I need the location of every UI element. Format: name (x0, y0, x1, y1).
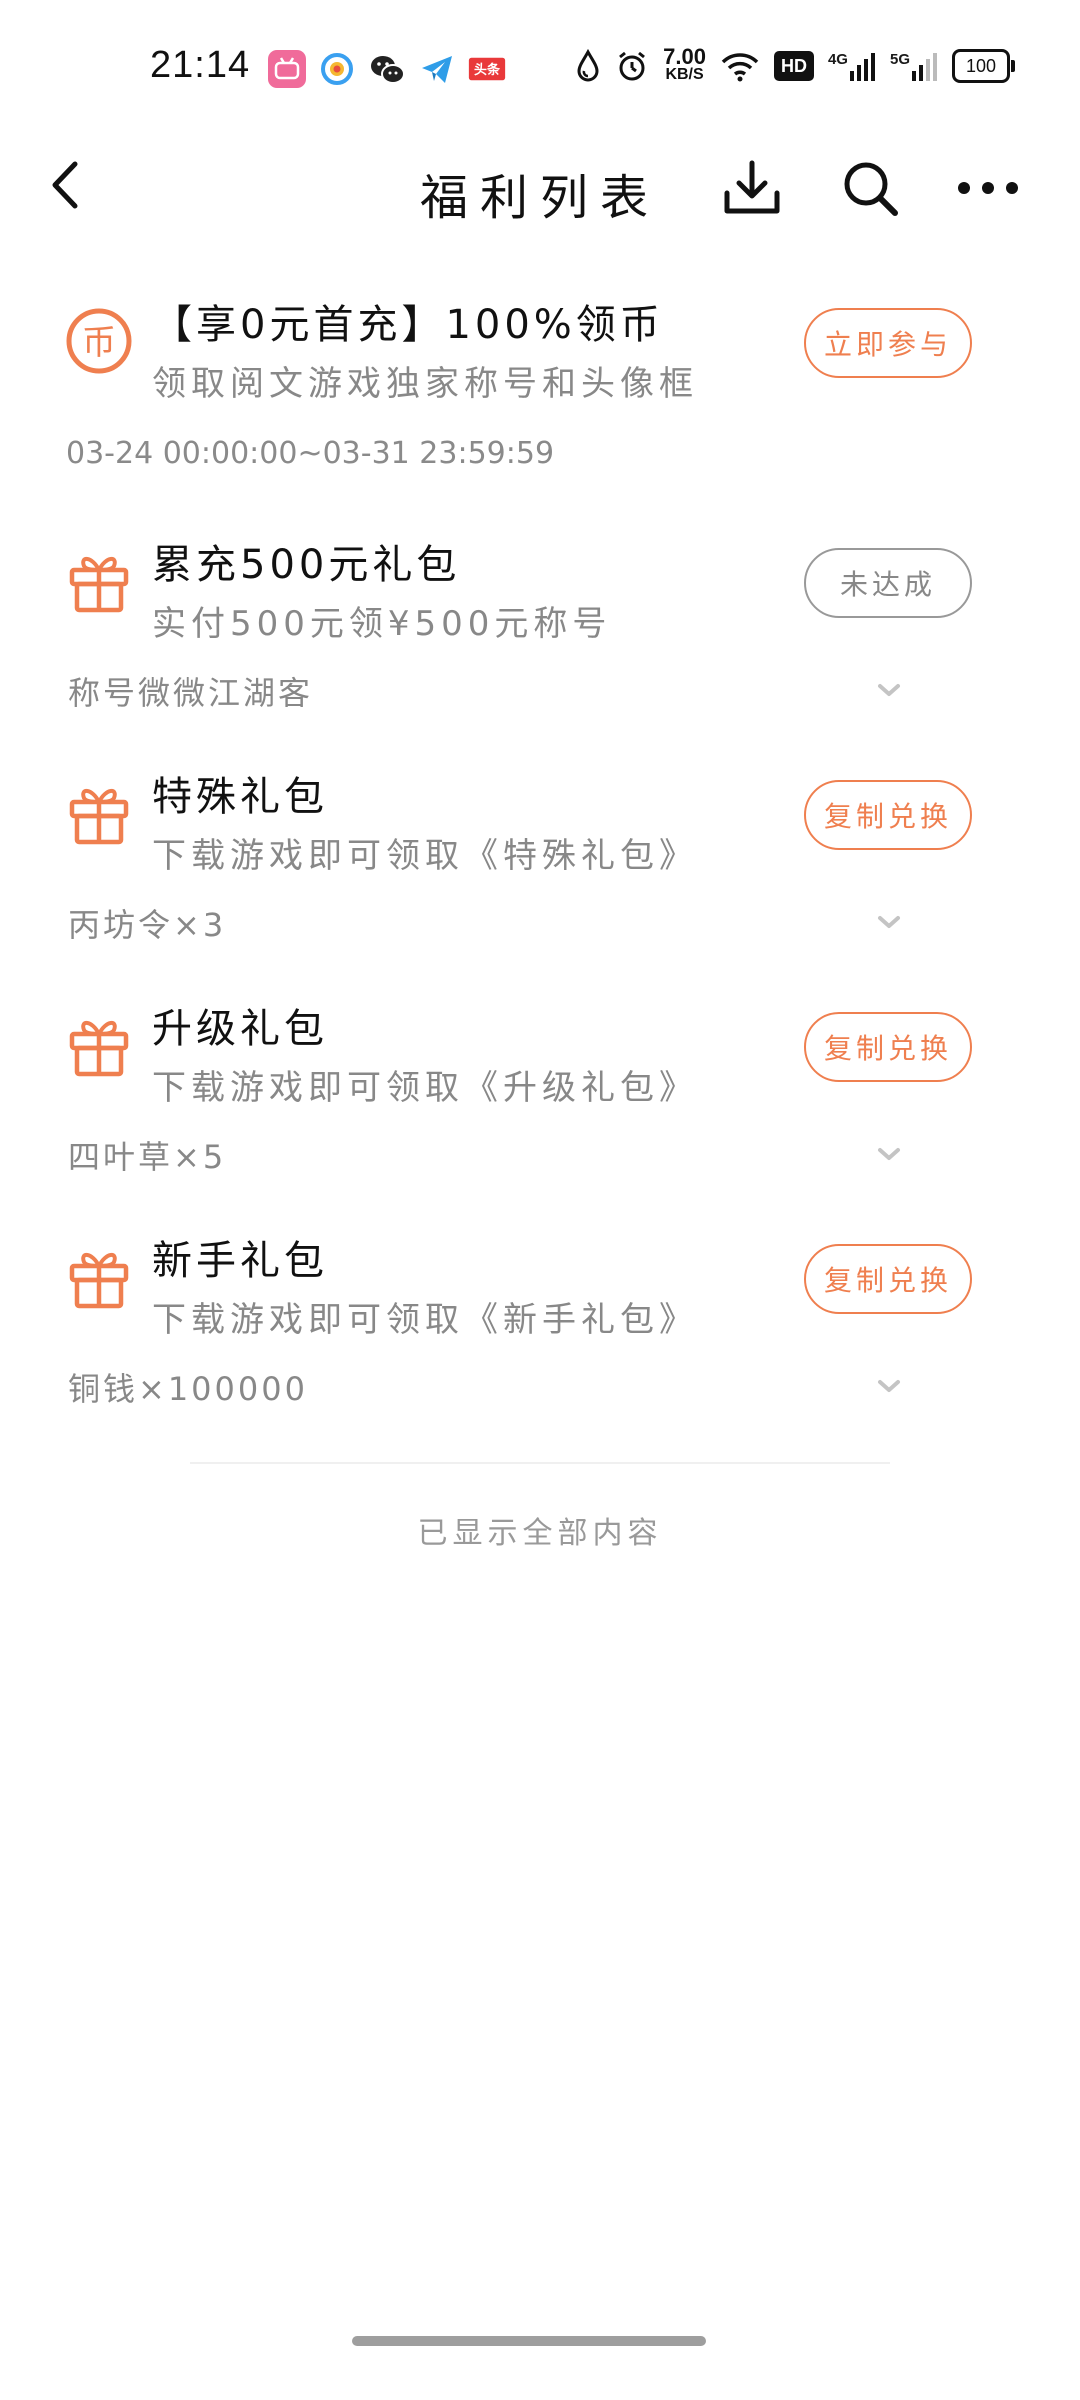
item-title: 累充500元礼包 (152, 542, 461, 588)
copy-redeem-button[interactable]: 复制兑换 (804, 1012, 972, 1082)
telegram-icon (418, 50, 456, 88)
page-title: 福利列表 (419, 170, 660, 226)
not-reached-button[interactable]: 未达成 (804, 548, 972, 618)
download-icon (724, 160, 780, 214)
signal-4g-label: 4G (827, 51, 848, 68)
water-drop-icon (575, 49, 601, 83)
status-bar: 21:14 头条 7.00 KB/S HD 4G 5G 100 (0, 0, 1080, 140)
list-item: 累充500元礼包 实付500元领¥500元称号 称号微微江湖客 未达成 (0, 520, 1080, 752)
chevron-down-icon[interactable] (872, 912, 906, 934)
list-end-divider (190, 1462, 890, 1464)
svg-text:币: 币 (82, 323, 116, 363)
more-button[interactable] (948, 148, 1028, 228)
item-reward: 丙坊令×3 (68, 906, 227, 944)
item-desc: 下载游戏即可领取《升级礼包》 (152, 1068, 698, 1108)
signal-4g-icon: 4G (828, 51, 876, 81)
item-title: 【享0元首充】100%领币 (152, 302, 664, 348)
net-speed-unit: KB/S (665, 66, 704, 83)
net-speed: 7.00 KB/S (663, 44, 706, 84)
copy-redeem-button[interactable]: 复制兑换 (804, 780, 972, 850)
status-time: 21:14 (150, 44, 251, 86)
list-item: 新手礼包 下载游戏即可领取《新手礼包》 铜钱×100000 复制兑换 (0, 1216, 1080, 1448)
item-reward: 称号微微江湖客 (68, 674, 314, 712)
item-reward: 四叶草×5 (68, 1138, 227, 1176)
qq-browser-icon (318, 50, 356, 88)
participate-button[interactable]: 立即参与 (804, 308, 972, 378)
item-reward: 铜钱×100000 (68, 1370, 308, 1408)
bilibili-icon (268, 50, 306, 88)
gift-icon (64, 1242, 134, 1312)
gift-icon (64, 546, 134, 616)
welfare-list: 币 【享0元首充】100%领币 领取阅文游戏独家称号和头像框 03-24 00:… (0, 280, 1080, 1448)
item-title: 新手礼包 (152, 1238, 328, 1284)
item-title: 特殊礼包 (152, 774, 328, 820)
item-title: 升级礼包 (152, 1006, 328, 1052)
alarm-icon (615, 49, 649, 83)
notification-icons: 头条 (268, 50, 512, 88)
wifi-icon (720, 50, 760, 82)
more-dots-icon (958, 182, 1018, 194)
wechat-icon (368, 50, 406, 88)
home-indicator[interactable] (352, 2336, 706, 2346)
gift-icon (64, 778, 134, 848)
item-desc: 领取阅文游戏独家称号和头像框 (152, 364, 698, 404)
hd-badge: HD (773, 51, 814, 81)
chevron-down-icon[interactable] (872, 680, 906, 702)
signal-5g-label: 5G (889, 51, 910, 68)
copy-redeem-button[interactable]: 复制兑换 (804, 1244, 972, 1314)
coin-icon: 币 (64, 306, 134, 376)
battery-indicator: 100 (952, 49, 1015, 83)
toutiao-label: 头条 (474, 62, 500, 78)
item-desc: 下载游戏即可领取《新手礼包》 (152, 1300, 698, 1340)
item-time: 03-24 00:00:00~03-31 23:59:59 (66, 436, 555, 471)
nav-bar: 福利列表 (0, 130, 1080, 240)
list-end-text: 已显示全部内容 (417, 1516, 663, 1551)
search-button[interactable] (830, 148, 910, 228)
item-desc: 下载游戏即可领取《特殊礼包》 (152, 836, 698, 876)
list-item: 币 【享0元首充】100%领币 领取阅文游戏独家称号和头像框 03-24 00:… (0, 280, 1080, 520)
signal-5g-icon: 5G (890, 51, 938, 81)
list-item: 特殊礼包 下载游戏即可领取《特殊礼包》 丙坊令×3 复制兑换 (0, 752, 1080, 984)
list-item: 升级礼包 下载游戏即可领取《升级礼包》 四叶草×5 复制兑换 (0, 984, 1080, 1216)
toutiao-icon: 头条 (468, 50, 512, 88)
item-desc: 实付500元领¥500元称号 (152, 604, 612, 644)
download-button[interactable] (712, 148, 792, 228)
gift-icon (64, 1010, 134, 1080)
chevron-down-icon[interactable] (872, 1144, 906, 1166)
net-speed-value: 7.00 (663, 44, 706, 69)
search-icon (844, 162, 898, 216)
status-indicators: 7.00 KB/S HD 4G 5G 100 (575, 44, 1015, 84)
chevron-down-icon[interactable] (872, 1376, 906, 1398)
